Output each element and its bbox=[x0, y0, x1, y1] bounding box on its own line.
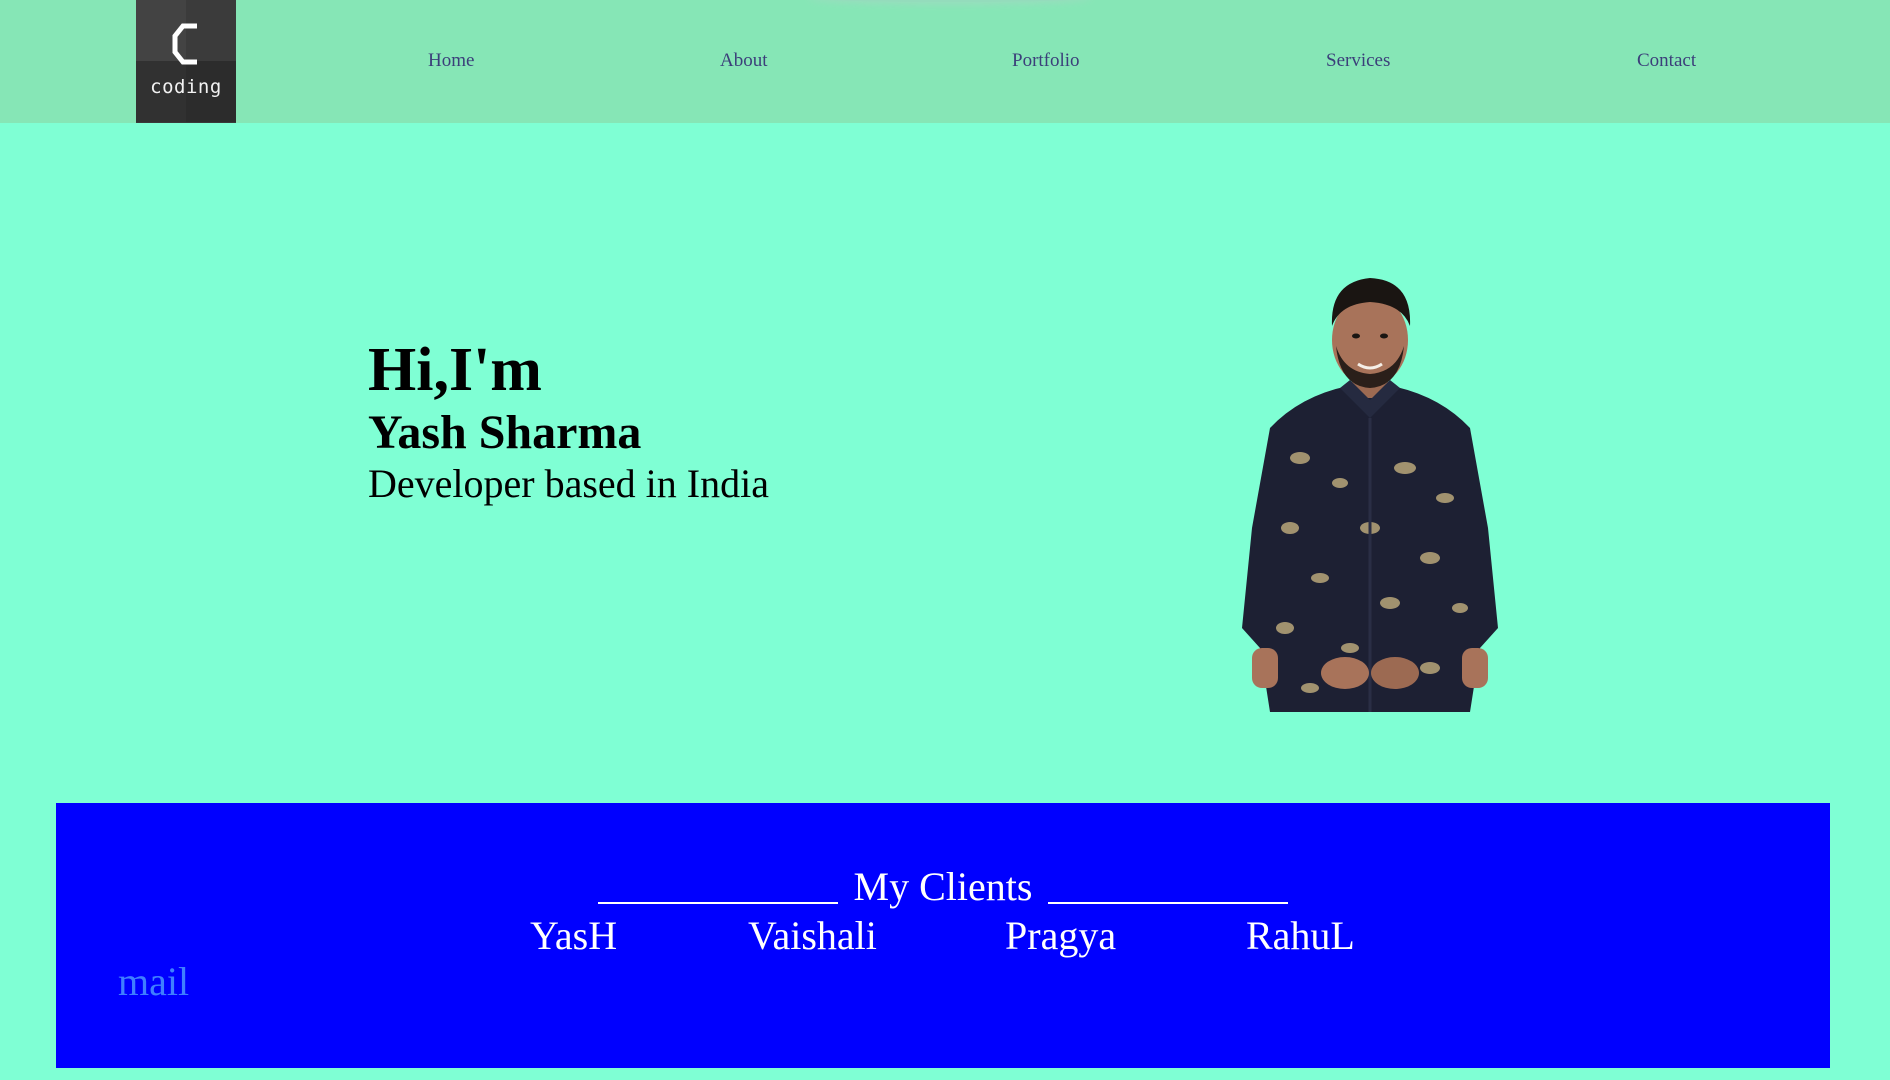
header-glow bbox=[810, 0, 1090, 2]
site-logo[interactable]: coding bbox=[136, 0, 236, 123]
portrait-photo bbox=[1242, 278, 1498, 712]
clients-section: My Clients YasH Vaishali Pragya RahuL ma… bbox=[56, 803, 1830, 1068]
site-header: coding Home About Portfolio Services Con… bbox=[0, 0, 1890, 123]
nav-portfolio[interactable]: Portfolio bbox=[1012, 50, 1080, 72]
nav-home[interactable]: Home bbox=[428, 50, 474, 72]
nav-about[interactable]: About bbox=[720, 50, 768, 72]
clients-heading-row: My Clients bbox=[56, 863, 1830, 910]
heading-left-rule bbox=[597, 902, 838, 904]
mail-link[interactable]: mail bbox=[118, 958, 189, 1005]
client-name: Vaishali bbox=[748, 913, 877, 958]
client-name: RahuL bbox=[1246, 913, 1355, 958]
logo-c-icon bbox=[172, 23, 197, 65]
clients-heading: My Clients bbox=[853, 864, 1033, 909]
logo-text: coding bbox=[150, 76, 222, 98]
heading-right-rule bbox=[1048, 902, 1289, 904]
hero-tagline: Developer based in India bbox=[368, 461, 769, 506]
nav-services[interactable]: Services bbox=[1326, 50, 1390, 72]
hero-name: Yash Sharma bbox=[368, 406, 642, 459]
client-name: Pragya bbox=[1005, 913, 1117, 958]
nav-contact[interactable]: Contact bbox=[1637, 50, 1696, 72]
hero-greeting: Hi,I'm bbox=[368, 336, 542, 404]
client-name: YasH bbox=[530, 913, 618, 958]
